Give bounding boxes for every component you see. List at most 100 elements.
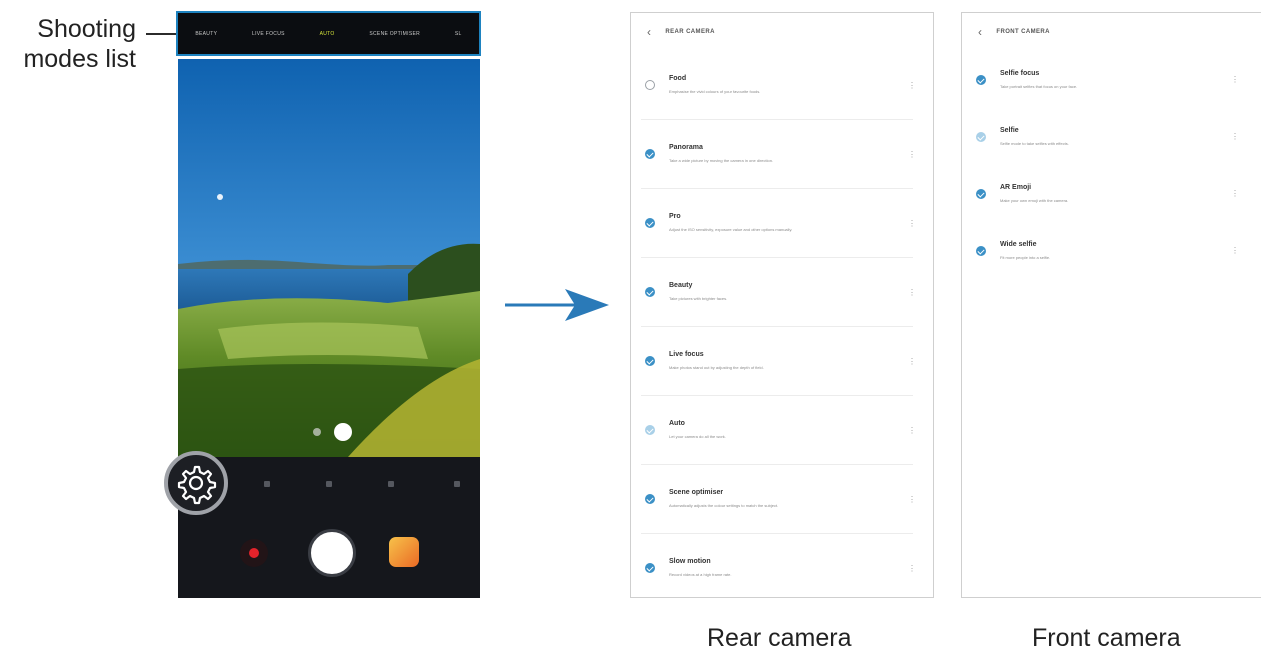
drag-handle-icon[interactable]: ⋮ — [1231, 247, 1239, 255]
mode-tab[interactable]: SCENE OPTIMISER — [369, 31, 420, 37]
landscape-preview — [178, 59, 480, 457]
back-icon[interactable]: ‹ — [647, 25, 651, 39]
mode-description: Emphasise the vivid colours of your favo… — [669, 89, 761, 94]
callout-line-1: Shooting — [37, 15, 136, 43]
rear-camera-caption: Rear camera — [707, 624, 852, 652]
mode-checkbox[interactable] — [976, 245, 986, 256]
rear-modes-list: Food Emphasise the vivid colours of your … — [631, 51, 933, 597]
mode-tab-active[interactable]: AUTO — [320, 31, 335, 37]
mode-checkbox[interactable] — [645, 494, 655, 504]
mode-row[interactable]: Beauty Take pictures with brighter faces.… — [641, 258, 916, 327]
mode-row[interactable]: Selfie Selfie mode to take selfies with e… — [972, 108, 1239, 165]
mode-checkbox[interactable] — [645, 563, 655, 573]
drag-handle-icon[interactable]: ⋮ — [908, 564, 916, 572]
mode-description: Make your own emoji with the camera. — [1000, 197, 1069, 203]
mode-checkbox[interactable] — [645, 218, 655, 228]
mode-text: Selfie focus Take portrait selfies that f… — [1000, 70, 1223, 90]
shutter-button[interactable] — [308, 529, 356, 577]
mode-row[interactable]: Panorama Take a wide picture by moving th… — [641, 120, 916, 189]
gallery-thumbnail[interactable] — [389, 537, 419, 567]
front-camera-panel: ‹ FRONT CAMERA Selfie focus Take portrait… — [961, 12, 1261, 598]
mode-checkbox[interactable] — [645, 356, 655, 366]
front-modes-list: Selfie focus Take portrait selfies that f… — [962, 51, 1261, 279]
mode-name: Live focus — [669, 351, 704, 358]
arrow-right-icon — [505, 289, 609, 321]
drag-handle-icon[interactable]: ⋮ — [1231, 76, 1239, 84]
drag-handle-icon[interactable]: ⋮ — [908, 357, 916, 365]
mode-checkbox[interactable] — [976, 74, 986, 85]
mode-description: Take a wide picture by moving the camera… — [669, 158, 774, 163]
timer-icon[interactable] — [388, 481, 394, 487]
mode-row[interactable]: Scene optimiser Automatically adjusts the… — [641, 465, 916, 534]
mode-description: Automatically adjusts the colour setting… — [669, 503, 779, 508]
mode-name: Beauty — [669, 282, 693, 289]
callout-leader-line — [146, 33, 176, 35]
mode-text: AR Emoji Make your own emoji with the cam… — [1000, 184, 1223, 204]
mode-checkbox[interactable] — [645, 425, 655, 435]
mode-text: Live focus Make photos stand out by adjus… — [669, 351, 900, 371]
drag-handle-icon[interactable]: ⋮ — [908, 150, 916, 158]
shooting-modes-list: BEAUTY LIVE FOCUS AUTO SCENE OPTIMISER S… — [176, 11, 481, 56]
mode-checkbox[interactable] — [645, 80, 655, 90]
mode-tab[interactable]: BEAUTY — [195, 31, 217, 37]
ratio-icon[interactable] — [454, 481, 460, 487]
mode-row[interactable]: AR Emoji Make your own emoji with the cam… — [972, 165, 1239, 222]
mode-text: Scene optimiser Automatically adjusts the… — [669, 489, 900, 509]
mode-text: Auto Let your camera do all the work. — [669, 420, 900, 440]
mode-row[interactable]: Live focus Make photos stand out by adjus… — [641, 327, 916, 396]
drag-handle-icon[interactable]: ⋮ — [908, 495, 916, 503]
mode-name: Pro — [669, 213, 681, 220]
camera-viewfinder[interactable] — [178, 59, 480, 457]
mode-row[interactable]: Selfie focus Take portrait selfies that f… — [972, 51, 1239, 108]
mode-checkbox[interactable] — [976, 188, 986, 199]
mode-row[interactable]: Wide selfie Fit more people into a selfie… — [972, 222, 1239, 279]
mode-name: Selfie focus — [1000, 69, 1040, 77]
mode-checkbox[interactable] — [976, 131, 986, 142]
gear-icon — [177, 465, 217, 505]
mode-checkbox[interactable] — [645, 287, 655, 297]
mode-name: Auto — [669, 420, 685, 427]
mode-name: Food — [669, 75, 687, 82]
mode-description: Record videos at a high frame rate. — [669, 572, 732, 577]
settings-button[interactable] — [164, 451, 228, 515]
mode-row[interactable]: Food Emphasise the vivid colours of your … — [641, 51, 916, 120]
mode-tab[interactable]: SL — [455, 31, 462, 37]
mode-name: Wide selfie — [1000, 240, 1037, 248]
flash-icon[interactable] — [326, 481, 332, 487]
drag-handle-icon[interactable]: ⋮ — [1231, 133, 1239, 141]
mode-description: Take portrait selfies that focus on your… — [1000, 83, 1078, 89]
front-camera-caption: Front camera — [1032, 624, 1181, 652]
callout-line-2: modes list — [23, 45, 136, 73]
mode-text: Slow motion Record videos at a high frame… — [669, 558, 900, 578]
drag-handle-icon[interactable]: ⋮ — [908, 219, 916, 227]
mode-text: Selfie Selfie mode to take selfies with e… — [1000, 127, 1223, 147]
drag-handle-icon[interactable]: ⋮ — [1231, 190, 1239, 198]
mode-row[interactable]: Pro Adjust the ISO sensitivity, exposure … — [641, 189, 916, 258]
mode-tab[interactable]: LIVE FOCUS — [252, 31, 285, 37]
panel-title: FRONT CAMERA — [996, 29, 1050, 35]
rear-panel-header: ‹ REAR CAMERA — [631, 13, 933, 51]
back-icon[interactable]: ‹ — [978, 25, 982, 39]
mode-text: Wide selfie Fit more people into a selfie… — [1000, 241, 1223, 261]
mode-name: Panorama — [669, 144, 703, 151]
camera-screen — [178, 59, 480, 598]
drag-handle-icon[interactable]: ⋮ — [908, 426, 916, 434]
mode-checkbox[interactable] — [645, 149, 655, 159]
bixby-vision-icon[interactable] — [264, 481, 270, 487]
mode-row[interactable]: Slow motion Record videos at a high frame… — [641, 534, 916, 597]
mode-name: Selfie — [1000, 126, 1019, 134]
record-button[interactable] — [240, 539, 268, 567]
mode-description: Make photos stand out by adjusting the d… — [669, 365, 764, 370]
mode-text: Panorama Take a wide picture by moving th… — [669, 144, 900, 164]
mode-text: Beauty Take pictures with brighter faces. — [669, 282, 900, 302]
mode-text: Pro Adjust the ISO sensitivity, exposure … — [669, 213, 900, 233]
mode-text: Food Emphasise the vivid colours of your … — [669, 75, 900, 95]
mode-name: AR Emoji — [1000, 183, 1032, 191]
drag-handle-icon[interactable]: ⋮ — [908, 288, 916, 296]
drag-handle-icon[interactable]: ⋮ — [908, 81, 916, 89]
mode-description: Adjust the ISO sensitivity, exposure val… — [669, 227, 793, 232]
mode-description: Fit more people into a selfie. — [1000, 254, 1051, 260]
mode-description: Let your camera do all the work. — [669, 434, 726, 439]
mode-row[interactable]: Auto Let your camera do all the work. ⋮ — [641, 396, 916, 465]
panel-title: REAR CAMERA — [665, 29, 715, 35]
